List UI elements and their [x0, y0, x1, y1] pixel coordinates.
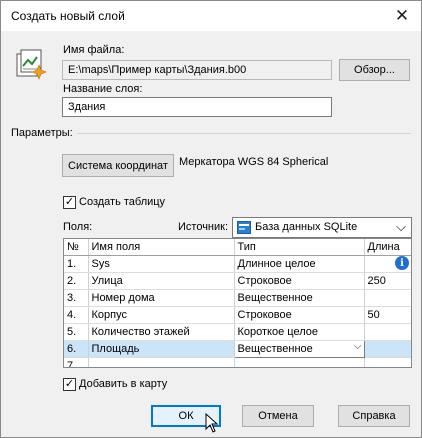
table-row[interactable]: 3. Номер дома Вещественное [64, 289, 411, 307]
cell-type[interactable] [234, 357, 365, 367]
dialog-title: Создать новый слой [11, 9, 125, 23]
browse-button[interactable]: Обзор... [339, 59, 410, 81]
create-table-label: Создать таблицу [79, 196, 166, 208]
cell-number: 1. [64, 255, 89, 273]
fields-label: Поля: [63, 221, 93, 233]
cell-type[interactable]: Короткое целое [234, 323, 365, 341]
coordinate-system-value: Меркатора WGS 84 Spherical [179, 156, 329, 168]
cell-field-name[interactable]: Sys [88, 255, 235, 273]
mouse-cursor-icon [205, 412, 219, 433]
source-select[interactable]: База данных SQLite ⌵ [232, 217, 412, 238]
coordinate-system-button[interactable]: Система координат [62, 154, 174, 177]
parameters-label: Параметры: [11, 127, 73, 139]
table-header-row: № Имя поля Тип Длина [64, 239, 411, 256]
cell-length[interactable] [364, 323, 411, 341]
cell-type[interactable]: Строковое [234, 272, 365, 290]
cancel-button[interactable]: Отмена [242, 405, 314, 427]
dialog-window: Создать новый слой ✕ Имя файла: E:\maps\… [0, 0, 422, 438]
cell-length[interactable]: 250 [364, 272, 411, 290]
database-icon [237, 221, 251, 234]
cell-type[interactable]: Вещественное [234, 289, 365, 307]
add-to-map-label: Добавить в карту [79, 378, 168, 390]
cell-number: 7. [64, 357, 89, 367]
cell-field-name[interactable]: Улица [88, 272, 235, 290]
cell-number: 4. [64, 306, 89, 324]
column-header-type[interactable]: Тип [234, 239, 365, 256]
file-name-label: Имя файла: [63, 44, 125, 56]
table-row[interactable]: 1. Sys Длинное целое [64, 255, 411, 273]
table-row[interactable]: 4. Корпус Строковое 50 [64, 306, 411, 324]
table-row[interactable]: 7. [64, 357, 411, 367]
cell-type[interactable]: Длинное целое [234, 255, 365, 273]
cell-field-name[interactable]: Корпус [88, 306, 235, 324]
file-path-field[interactable]: E:\maps\Пример карты\Здания.b00 [62, 60, 332, 80]
cell-field-name[interactable] [88, 357, 235, 367]
cell-length[interactable] [364, 357, 411, 367]
fields-table: № Имя поля Тип Длина 1. Sys Длинное цело… [63, 238, 412, 368]
table-row-selected[interactable]: 6. Площадь Вещественное ⌵ [64, 340, 411, 358]
column-header-number[interactable]: № [64, 239, 89, 256]
help-button[interactable]: Справка [338, 405, 410, 427]
info-icon[interactable]: i [395, 256, 409, 270]
layer-name-input[interactable]: Здания [62, 97, 332, 117]
cell-number: 3. [64, 289, 89, 307]
title-bar: Создать новый слой ✕ [1, 1, 421, 31]
column-header-length[interactable]: Длина [364, 239, 411, 256]
table-row[interactable]: 5. Количество этажей Короткое целое [64, 323, 411, 341]
chevron-down-icon: ⌵ [396, 219, 406, 234]
cell-number: 5. [64, 323, 89, 341]
source-label: Источник: [178, 221, 229, 233]
cell-field-name[interactable]: Количество этажей [88, 323, 235, 341]
layer-name-label: Название слоя: [63, 83, 143, 95]
close-icon[interactable]: ✕ [389, 4, 415, 28]
new-layer-icon [15, 48, 47, 80]
column-header-field-name[interactable]: Имя поля [88, 239, 235, 256]
cell-type-value: Вещественное [237, 343, 313, 355]
cell-number: 2. [64, 272, 89, 290]
cell-length[interactable] [364, 289, 411, 307]
cell-type[interactable]: Строковое [234, 306, 365, 324]
table-row[interactable]: 2. Улица Строковое 250 [64, 272, 411, 290]
parameters-separator [77, 133, 411, 134]
cell-length[interactable]: 50 [364, 306, 411, 324]
source-select-value: База данных SQLite [255, 221, 358, 233]
chevron-down-icon[interactable]: ⌵ [354, 342, 362, 353]
cell-length[interactable] [364, 340, 411, 358]
create-table-checkbox[interactable]: ✓ [63, 196, 76, 209]
cell-number: 6. [64, 340, 89, 358]
cell-type-dropdown[interactable]: Вещественное ⌵ [233, 340, 365, 358]
cell-field-name[interactable]: Площадь [88, 340, 235, 358]
cell-field-name[interactable]: Номер дома [88, 289, 235, 307]
add-to-map-checkbox[interactable]: ✓ [63, 378, 76, 391]
